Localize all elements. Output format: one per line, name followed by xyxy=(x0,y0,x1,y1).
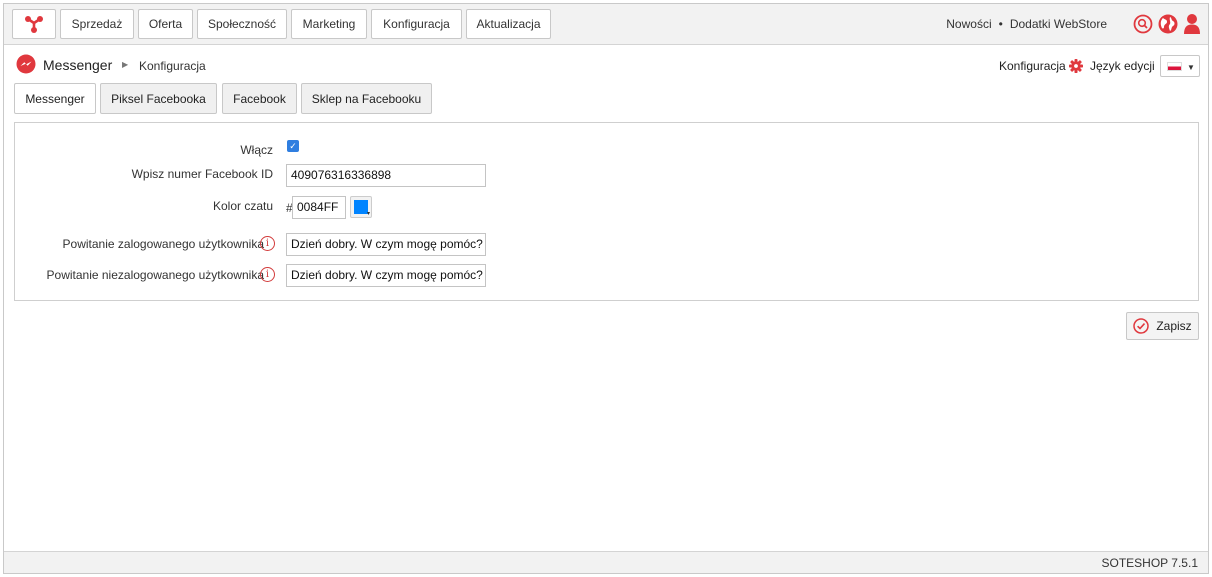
configuration-link[interactable]: Konfiguracja xyxy=(999,59,1083,73)
enable-label: Włącz xyxy=(240,143,273,157)
module-title[interactable]: Messenger xyxy=(43,57,112,73)
info-icon[interactable]: i xyxy=(260,236,275,251)
footer: SOTESHOP 7.5.1 xyxy=(4,551,1208,573)
chat-color-label: Kolor czatu xyxy=(212,199,273,213)
logged-greeting-input[interactable]: Dzień dobry. W czym mogę pomóc? xyxy=(286,233,486,256)
menu-sales[interactable]: Sprzedaż xyxy=(60,9,134,39)
tab-facebook[interactable]: Facebook xyxy=(222,83,297,114)
info-icon[interactable]: i xyxy=(260,267,275,282)
search-icon[interactable] xyxy=(1132,13,1154,35)
top-navigation-bar: Sprzedaż Oferta Społeczność Marketing Ko… xyxy=(4,4,1208,45)
page-title: Konfiguracja xyxy=(139,59,206,73)
save-button-label: Zapisz xyxy=(1156,319,1192,333)
breadcrumb: Messenger ▶ Konfiguracja Konfiguracja Ję… xyxy=(4,46,1208,82)
app-window: Sprzedaż Oferta Społeczność Marketing Ko… xyxy=(3,3,1209,574)
news-link[interactable]: Nowości xyxy=(946,17,991,31)
tab-facebook-shop[interactable]: Sklep na Facebooku xyxy=(301,83,432,114)
color-picker-arrow-icon: ▾ xyxy=(366,211,370,217)
facebook-id-input[interactable]: 409076316336898 xyxy=(286,164,486,187)
menu-updates[interactable]: Aktualizacja xyxy=(466,9,551,39)
link-separator: • xyxy=(998,17,1003,31)
language-label: Język edycji xyxy=(1090,59,1155,73)
language-select[interactable]: ▼ xyxy=(1160,55,1200,77)
color-picker-button[interactable]: ▾ xyxy=(350,196,372,218)
chat-color-input[interactable]: 0084FF xyxy=(292,196,346,219)
messenger-config-form: Włącz ✓ Wpisz numer Facebook ID 40907631… xyxy=(14,122,1199,301)
soteshop-logo-button[interactable] xyxy=(12,9,56,39)
guest-greeting-label: Powitanie niezalogowanego użytkownika xyxy=(46,268,264,282)
enable-checkbox[interactable]: ✓ xyxy=(287,140,299,152)
globe-icon[interactable] xyxy=(1157,13,1179,35)
top-links: Nowości • Dodatki WebStore xyxy=(946,17,1107,31)
configuration-link-label: Konfiguracja xyxy=(999,59,1066,73)
guest-greeting-input[interactable]: Dzień dobry. W czym mogę pomóc? xyxy=(286,264,486,287)
logged-greeting-label: Powitanie zalogowanego użytkownika xyxy=(62,237,264,251)
tab-messenger[interactable]: Messenger xyxy=(14,83,96,114)
messenger-icon xyxy=(16,54,36,74)
check-circle-icon xyxy=(1133,318,1150,334)
addons-link[interactable]: Dodatki WebStore xyxy=(1010,17,1107,31)
user-icon[interactable] xyxy=(1181,13,1203,35)
menu-offer[interactable]: Oferta xyxy=(138,9,193,39)
poland-flag-icon xyxy=(1167,62,1182,71)
share-logo-icon xyxy=(25,16,43,33)
menu-marketing[interactable]: Marketing xyxy=(291,9,367,39)
color-swatch xyxy=(354,200,368,214)
chevron-down-icon: ▼ xyxy=(1187,63,1195,72)
gear-icon xyxy=(1068,59,1083,73)
menu-community[interactable]: Społeczność xyxy=(197,9,287,39)
facebook-id-label: Wpisz numer Facebook ID xyxy=(131,167,273,181)
breadcrumb-arrow-icon: ▶ xyxy=(122,60,129,69)
menu-configuration[interactable]: Konfiguracja xyxy=(371,9,462,39)
tab-facebook-pixel[interactable]: Piksel Facebooka xyxy=(100,83,217,114)
version-label: SOTESHOP 7.5.1 xyxy=(1101,556,1199,570)
save-button[interactable]: Zapisz xyxy=(1126,312,1199,340)
